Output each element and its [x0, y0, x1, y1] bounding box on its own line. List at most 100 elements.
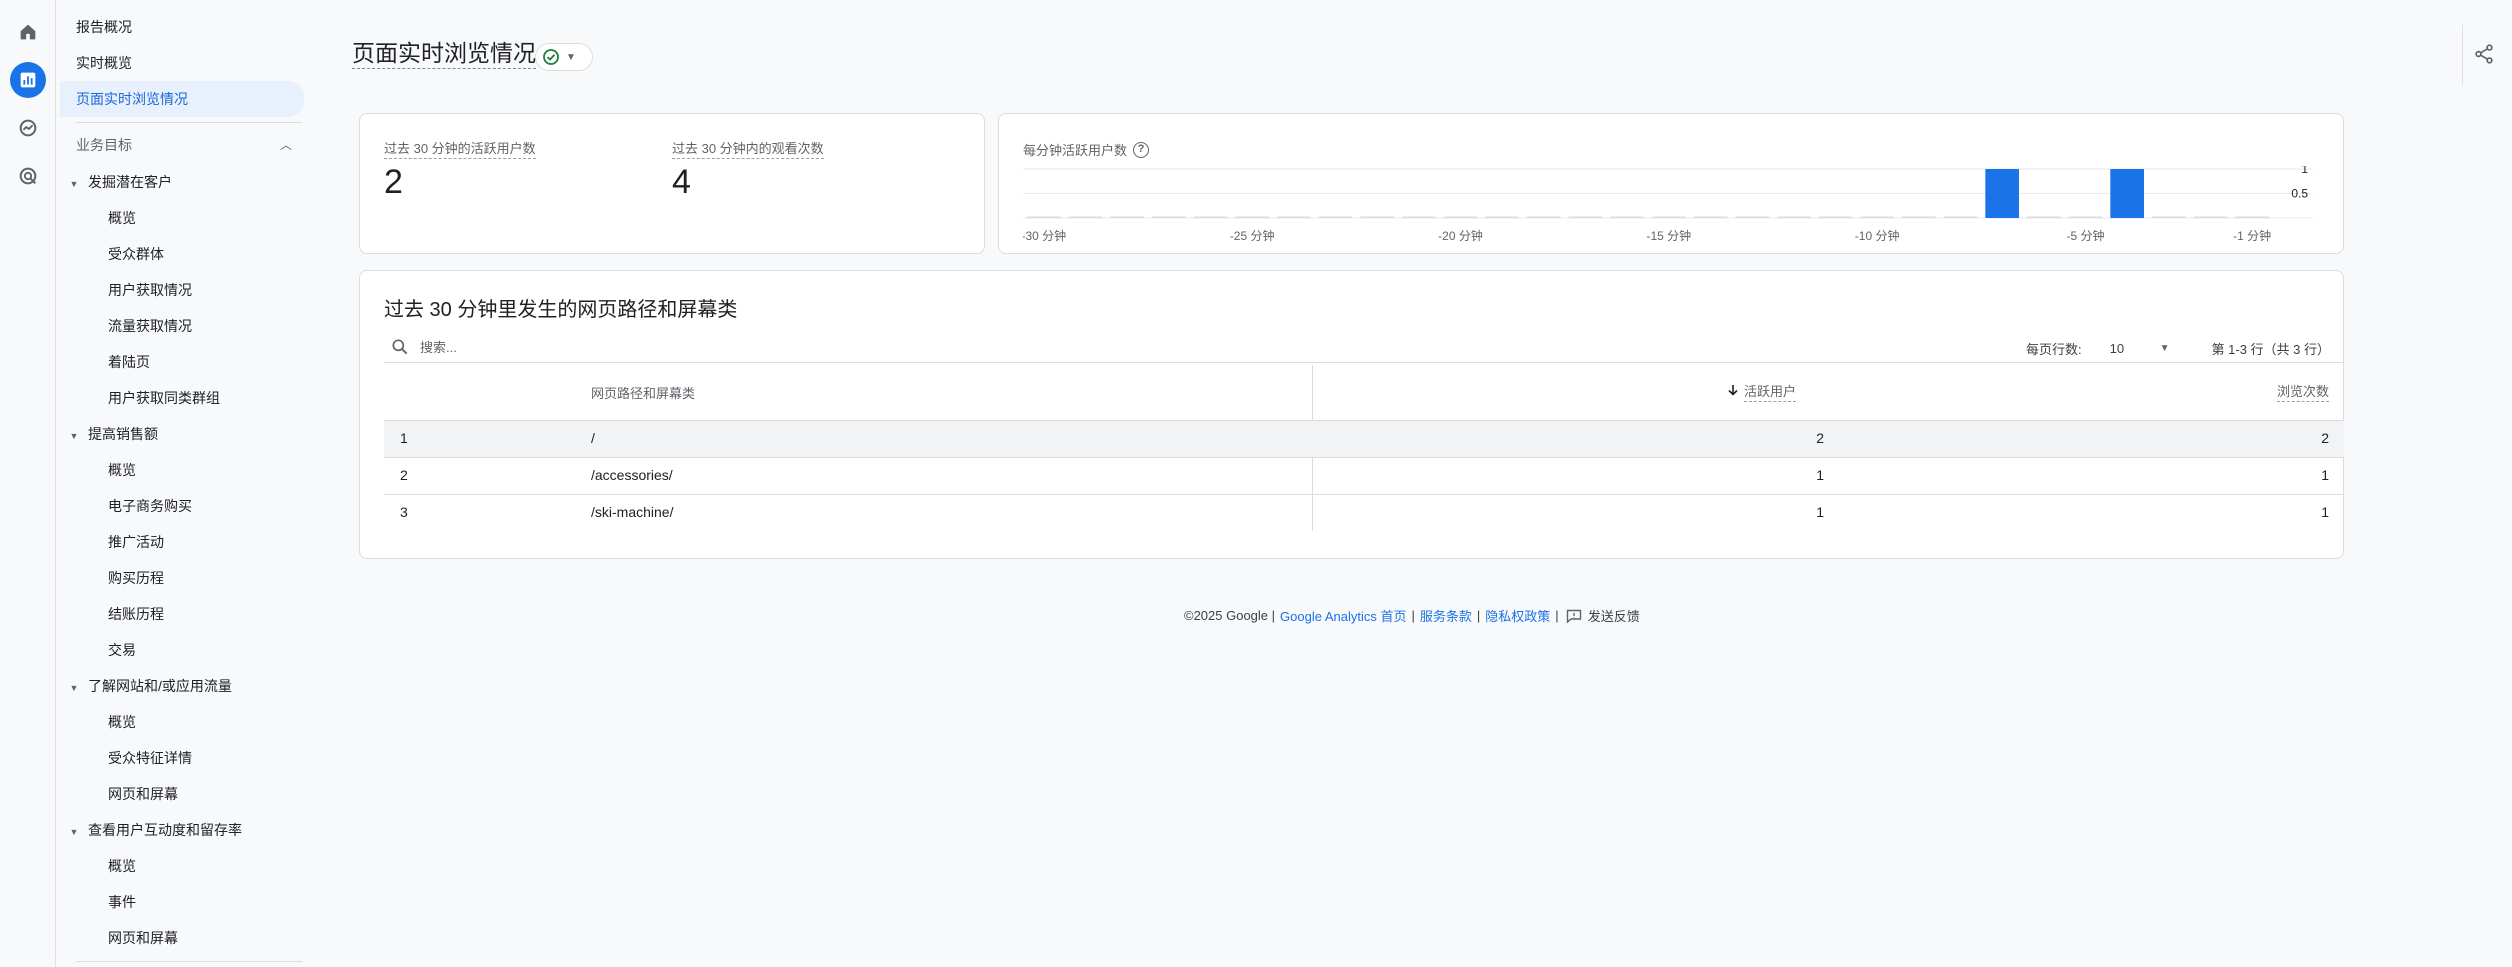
search-icon — [392, 339, 408, 355]
rows-per-page-label: 每页行数: — [2026, 342, 2082, 357]
nav-sub-item[interactable]: 受众特征详情 — [108, 743, 192, 773]
chart-bar[interactable] — [1443, 216, 1478, 219]
chart-bar[interactable] — [1693, 216, 1728, 219]
nav-group-generate-leads[interactable]: ▼ 发掘潜在客户 — [64, 167, 172, 197]
chart-bar[interactable] — [1568, 216, 1603, 219]
nav-item-realtime-pages[interactable]: 页面实时浏览情况 — [60, 81, 304, 117]
chart-bar[interactable] — [1152, 216, 1186, 219]
chart-title: 每分钟活跃用户数 ? — [1023, 140, 1150, 159]
chart-bar[interactable] — [1402, 216, 1436, 219]
nav-sub-item[interactable]: 网页和屏幕 — [108, 923, 178, 953]
dropdown-arrow-icon: ▼ — [566, 51, 576, 63]
nav-sub-item[interactable]: 概览 — [108, 707, 136, 737]
y-tick-label: 1 — [2301, 166, 2308, 176]
home-icon[interactable] — [10, 14, 46, 50]
x-tick-label: -25 分钟 — [1230, 228, 1275, 243]
nav-sub-item[interactable]: 用户获取情况 — [108, 275, 192, 305]
row-index: 3 — [400, 504, 408, 520]
nav-group-label: 发掘潜在客户 — [88, 174, 172, 190]
chart-bar[interactable] — [1485, 216, 1519, 219]
table-row[interactable]: 1 / 2 2 — [384, 421, 2344, 458]
nav-sub-item[interactable]: 着陆页 — [108, 347, 150, 377]
nav-sub-item[interactable]: 结账历程 — [108, 599, 164, 629]
table-header: 网页路径和屏幕类 活跃用户 浏览次数 — [384, 365, 2344, 421]
chart-bar[interactable] — [2068, 216, 2103, 219]
column-header-page-path[interactable]: 网页路径和屏幕类 — [591, 383, 695, 402]
x-tick-label: -15 分钟 — [1646, 228, 1691, 243]
terms-link[interactable]: 服务条款 — [1420, 606, 1472, 625]
chart-bar[interactable] — [2235, 216, 2269, 219]
chart-bar[interactable] — [1818, 216, 1853, 219]
nav-sub-item[interactable]: 购买历程 — [108, 563, 164, 593]
privacy-link[interactable]: 隐私权政策 — [1485, 606, 1550, 625]
caret-down-icon: ▼ — [69, 431, 79, 441]
nav-sub-item[interactable]: 用户获取同类群组 — [108, 383, 220, 413]
x-tick-label: -1 分钟 — [2233, 228, 2271, 243]
analytics-home-link[interactable]: Google Analytics 首页 — [1280, 606, 1406, 625]
chart-bar[interactable] — [1610, 216, 1644, 219]
chart-bar[interactable] — [1235, 216, 1269, 219]
row-range-text: 第 1-3 行（共 3 行） — [2211, 342, 2330, 357]
table-row[interactable]: 2 /accessories/ 1 1 — [384, 458, 2344, 495]
rows-per-page-select[interactable]: 10 — [2110, 341, 2160, 356]
chart-bar[interactable] — [1027, 216, 1061, 219]
help-icon[interactable]: ? — [1133, 141, 1150, 158]
nav-sub-item[interactable]: 概览 — [108, 455, 136, 485]
table-row[interactable]: 3 /ski-machine/ 1 1 — [384, 495, 2344, 532]
nav-section-business-objectives[interactable]: 业务目标 ︿ — [76, 130, 302, 160]
nav-sub-item[interactable]: 交易 — [108, 635, 136, 665]
chart-bar[interactable] — [1110, 216, 1144, 219]
chart-bar[interactable] — [1068, 216, 1103, 219]
search-input[interactable] — [420, 335, 820, 359]
chart-bar[interactable] — [2110, 169, 2144, 218]
chart-bar[interactable] — [1318, 216, 1353, 219]
data-quality-chip[interactable]: ▼ — [535, 43, 593, 71]
share-icon[interactable] — [2470, 40, 2498, 68]
x-tick-label: -5 分钟 — [2066, 228, 2104, 243]
chart-bar[interactable] — [1193, 216, 1228, 219]
nav-group-understand-traffic[interactable]: ▼ 了解网站和/或应用流量 — [64, 671, 232, 701]
row-active-users: 1 — [1816, 467, 1824, 483]
chart-bar[interactable] — [1860, 216, 1894, 219]
chart-bar[interactable] — [1277, 216, 1311, 219]
chart-bar[interactable] — [2027, 216, 2061, 219]
send-feedback-button[interactable]: 发送反馈 — [1588, 606, 1640, 625]
nav-item-realtime-overview[interactable]: 实时概览 — [76, 48, 132, 78]
chart-bar[interactable] — [1985, 169, 2019, 218]
nav-sub-item[interactable]: 概览 — [108, 203, 136, 233]
nav-item-reports-snapshot[interactable]: 报告概况 — [76, 12, 132, 42]
nav-sub-item[interactable]: 受众群体 — [108, 239, 164, 269]
chart-bar[interactable] — [2152, 216, 2186, 219]
chart-bar[interactable] — [1735, 216, 1769, 219]
column-header-views[interactable]: 浏览次数 — [2276, 383, 2329, 402]
views-label[interactable]: 过去 30 分钟内的观看次数 — [672, 140, 824, 159]
nav-group-engagement-retention[interactable]: ▼ 查看用户互动度和留存率 — [64, 815, 242, 845]
chart-bar[interactable] — [1360, 216, 1394, 219]
nav-sub-item[interactable]: 电子商务购买 — [108, 491, 192, 521]
nav-sub-item[interactable]: 网页和屏幕 — [108, 779, 178, 809]
chart-bar[interactable] — [1527, 216, 1561, 219]
chart-title-text: 每分钟活跃用户数 — [1023, 143, 1128, 158]
chart-bar[interactable] — [1943, 216, 1978, 219]
nav-sub-item[interactable]: 流量获取情况 — [108, 311, 192, 341]
feedback-icon[interactable] — [1566, 609, 1582, 623]
dropdown-arrow-icon[interactable]: ▼ — [2160, 343, 2170, 354]
sort-down-arrow-icon[interactable] — [1726, 383, 1740, 400]
advertising-icon[interactable] — [10, 158, 46, 194]
page-title[interactable]: 页面实时浏览情况 — [352, 38, 536, 69]
nav-sub-item[interactable]: 概览 — [108, 851, 136, 881]
explore-icon[interactable] — [10, 110, 46, 146]
reports-icon[interactable] — [10, 62, 46, 98]
nav-group-drive-sales[interactable]: ▼ 提高销售额 — [64, 419, 158, 449]
nav-sub-item[interactable]: 事件 — [108, 887, 136, 917]
chart-bar[interactable] — [2193, 216, 2228, 219]
column-header-active-users[interactable]: 活跃用户 — [1744, 383, 1797, 402]
active-users-value: 2 — [384, 163, 403, 201]
row-views: 1 — [2321, 467, 2329, 483]
active-users-label[interactable]: 过去 30 分钟的活跃用户数 — [384, 140, 536, 159]
nav-sub-item[interactable]: 推广活动 — [108, 527, 164, 557]
chart-bar[interactable] — [1777, 216, 1811, 219]
check-circle-icon — [543, 49, 559, 65]
chart-bar[interactable] — [1902, 216, 1936, 219]
chart-bar[interactable] — [1652, 216, 1686, 219]
